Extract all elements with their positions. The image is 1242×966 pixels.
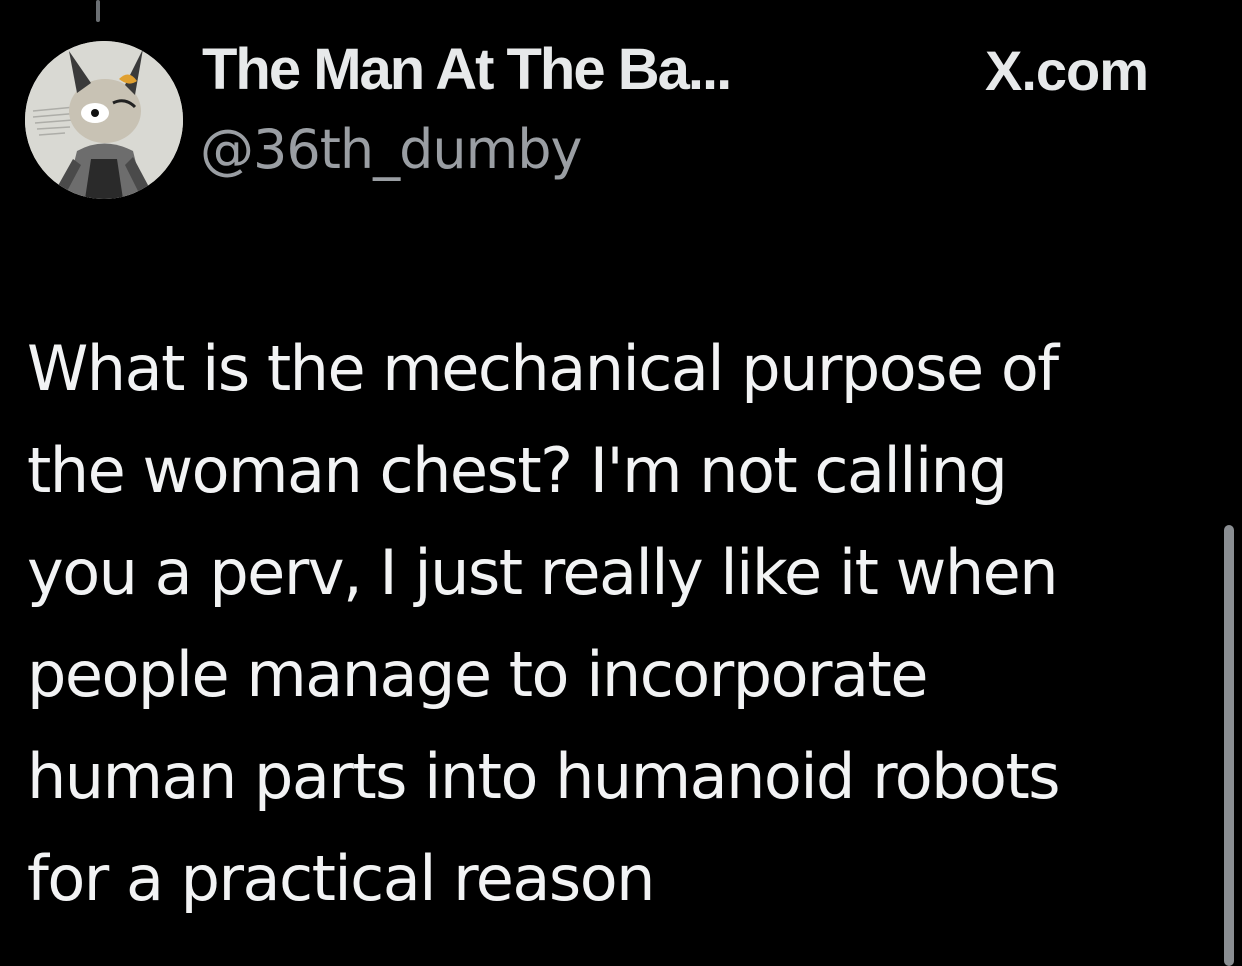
scrollbar[interactable] [1224,525,1234,966]
tweet-text-line: human parts into humanoid robots [27,740,1061,813]
tweet-text: What is the mechanical purpose of the wo… [27,318,1207,930]
tweet-text-line: people manage to incorporate [27,638,928,711]
tweet-text-line: for a practical reason [27,842,655,915]
profile-avatar[interactable] [25,41,183,199]
thread-connector-line [96,0,100,22]
tweet-text-line: you a perv, I just really like it when [27,536,1059,609]
source-label: X.com [985,39,1149,102]
drawn-character-avatar-icon [25,41,183,199]
user-handle[interactable]: @36th_dumby [200,118,582,181]
tweet-text-line: the woman chest? I'm not calling [27,434,1008,507]
tweet-text-line: What is the mechanical purpose of [27,332,1059,405]
display-name[interactable]: The Man At The Ba... [202,36,732,103]
